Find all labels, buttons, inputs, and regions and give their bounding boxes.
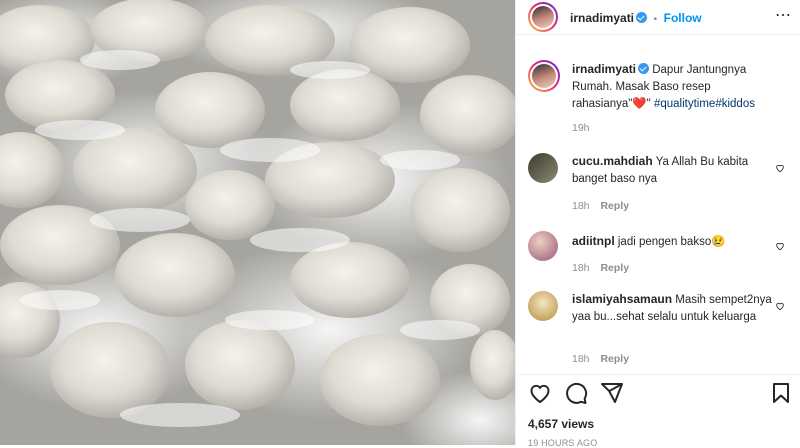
post-timestamp: 19 HOURS AGO: [528, 438, 598, 448]
caption-quote: ": [646, 98, 651, 110]
commenter-avatar[interactable]: [528, 153, 558, 183]
comment-time: 18h: [572, 353, 590, 365]
commenter-username[interactable]: adiitnpl: [572, 234, 615, 248]
comment-icon[interactable]: [564, 381, 588, 405]
reply-button[interactable]: Reply: [600, 200, 629, 212]
heart-emoji: ❤️: [632, 98, 647, 110]
caption-avatar[interactable]: [528, 60, 560, 92]
sad-emoji: 😢: [711, 236, 726, 248]
reply-button[interactable]: Reply: [600, 262, 629, 274]
caption-hashtags[interactable]: #qualitytime#kiddos: [654, 98, 755, 110]
heart-icon[interactable]: [528, 381, 552, 405]
post-media[interactable]: [0, 0, 515, 445]
follow-button[interactable]: Follow: [664, 11, 702, 25]
views-count[interactable]: 4,657 views: [528, 417, 594, 431]
author-avatar[interactable]: [528, 2, 558, 32]
separator-dot: •: [653, 13, 658, 25]
more-options-icon[interactable]: ⋯: [775, 5, 791, 25]
comment-like-icon[interactable]: [775, 301, 785, 311]
verified-badge-icon: [638, 63, 650, 74]
commenter-avatar[interactable]: [528, 231, 558, 261]
meatballs-photo: [0, 0, 515, 445]
verified-badge-icon: [636, 12, 648, 23]
comment-time: 18h: [572, 262, 590, 274]
bookmark-icon[interactable]: [769, 381, 793, 405]
commenter-username[interactable]: cucu.mahdiah: [572, 154, 653, 168]
comment-item: cucu.mahdiah Ya Allah Bu kabita banget b…: [528, 153, 793, 213]
comment-like-icon[interactable]: [775, 163, 785, 173]
post-header: irnadimyati • Follow ⋯: [516, 0, 800, 35]
action-bar: [516, 374, 800, 409]
commenter-username[interactable]: islamiyahsamaun: [572, 292, 672, 306]
caption-username[interactable]: irnadimyati: [572, 62, 636, 76]
share-icon[interactable]: [600, 381, 624, 405]
reply-button[interactable]: Reply: [600, 353, 629, 365]
author-username[interactable]: irnadimyati: [570, 11, 634, 25]
comment-item: islamiyahsamaun Masih sempet2nya yaa bu.…: [528, 291, 793, 366]
caption-time: 19h: [572, 122, 590, 134]
commenter-avatar[interactable]: [528, 291, 558, 321]
post-side-panel: irnadimyati • Follow ⋯ irnadimyati Dapur…: [515, 0, 800, 448]
comment-time: 18h: [572, 200, 590, 212]
comment-like-icon[interactable]: [775, 241, 785, 251]
comment-text: jadi pengen bakso: [617, 236, 712, 248]
comment-item: adiitnpl jadi pengen bakso😢 18h Reply: [528, 231, 793, 276]
